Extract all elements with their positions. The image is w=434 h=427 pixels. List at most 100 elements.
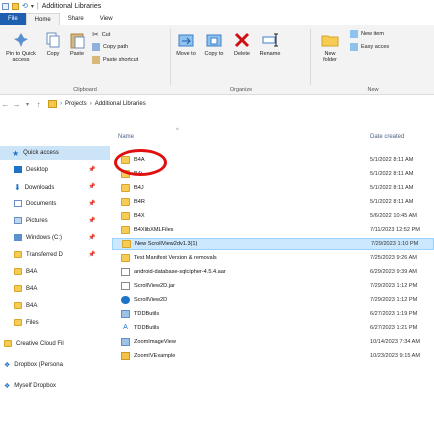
file-row[interactable]: B4XlibXMLFiles 7/11/2023 12:52 PM xyxy=(112,224,434,236)
paste-shortcut-button[interactable]: Paste shortcut xyxy=(92,56,138,64)
new-item-button[interactable]: New item xyxy=(350,30,384,38)
dropbox-icon: ❖ xyxy=(4,362,11,369)
file-name: android-database-sqlcipher-4.5.4.aar xyxy=(134,269,226,275)
paste-button[interactable]: Paste xyxy=(66,31,88,57)
nav-item-dropbox-personal[interactable]: ❖ Dropbox (Persona xyxy=(0,361,63,369)
group-separator xyxy=(170,29,171,85)
folder-icon xyxy=(121,254,130,262)
file-row[interactable]: B4X 5/6/2022 10:45 AM xyxy=(112,210,434,222)
new-folder-icon[interactable] xyxy=(12,2,19,10)
file-name: ZoomIVExample xyxy=(134,353,176,359)
nav-item-transferred-d[interactable]: Transferred D xyxy=(0,251,63,258)
nav-label: Creative Cloud Fil xyxy=(16,340,64,347)
nav-item-desktop[interactable]: Desktop xyxy=(0,166,48,173)
file-date: 6/27/2023 1:21 PM xyxy=(370,325,418,331)
file-date: 5/1/2022 8:11 AM xyxy=(370,185,414,191)
file-icon xyxy=(121,282,130,290)
easy-access-label: Easy acces xyxy=(361,44,390,50)
pin-icon[interactable]: 📌 xyxy=(88,217,95,224)
sort-ascending-caret-icon: ^ xyxy=(176,128,179,134)
document-icon xyxy=(14,200,22,207)
column-header-name[interactable]: Name xyxy=(118,134,134,140)
file-name: ZoomImageView xyxy=(134,339,176,345)
pin-icon[interactable]: 📌 xyxy=(88,234,95,241)
rename-icon xyxy=(262,33,278,47)
breadcrumb-item-projects[interactable]: Projects xyxy=(65,101,87,107)
file-row[interactable]: A TDDButils 6/27/2023 1:21 PM xyxy=(112,322,434,334)
properties-icon[interactable] xyxy=(2,2,9,10)
file-row[interactable]: B4J 5/1/2022 8:11 AM xyxy=(112,182,434,194)
file-row[interactable]: TDDButils 6/27/2023 1:19 PM xyxy=(112,308,434,320)
copy-path-button[interactable]: Copy path xyxy=(92,43,128,51)
copy-to-button[interactable]: Copy to xyxy=(202,31,226,57)
pin-to-quick-access-button[interactable]: Pin to Quick access xyxy=(4,31,38,63)
rename-button[interactable]: Rename xyxy=(258,31,282,57)
new-item-icon xyxy=(350,30,358,38)
nav-item-files[interactable]: Files xyxy=(0,319,39,326)
pin-icon[interactable]: 📌 xyxy=(88,200,95,207)
clipboard-group-label: Clipboard xyxy=(73,87,97,93)
recent-locations-chevron-icon[interactable]: ▾ xyxy=(22,101,33,108)
tab-home[interactable]: Home xyxy=(25,13,60,25)
copy-button[interactable]: Copy xyxy=(42,31,64,57)
file-date: 7/29/2023 1:12 PM xyxy=(370,297,418,303)
nav-item-creative-cloud-files[interactable]: Creative Cloud Fil xyxy=(0,340,64,347)
cut-button[interactable]: ✂ Cut xyxy=(92,30,110,39)
library-icon xyxy=(121,338,130,346)
pin-icon[interactable]: 📌 xyxy=(88,251,95,258)
column-header-date-created[interactable]: Date created xyxy=(370,134,404,140)
forward-arrow-icon[interactable]: → xyxy=(11,100,22,109)
file-name: ScrollView2D.jar xyxy=(134,283,175,289)
nav-item-b4a[interactable]: B4A xyxy=(0,302,37,309)
pin-icon[interactable]: 📌 xyxy=(88,183,95,190)
easy-access-button[interactable]: Easy acces xyxy=(350,43,389,51)
breadcrumb[interactable]: › Projects › Additional Libraries xyxy=(48,100,146,108)
breadcrumb-item-additional-libraries[interactable]: Additional Libraries xyxy=(95,101,146,107)
nav-item-b4a[interactable]: B4A xyxy=(0,268,37,275)
nav-item-pictures[interactable]: Pictures xyxy=(0,217,48,224)
nav-item-documents[interactable]: Documents xyxy=(0,200,56,207)
nav-label: Windows (C:) xyxy=(26,234,63,241)
breadcrumb-separator-icon[interactable]: › xyxy=(60,101,62,107)
tab-view[interactable]: View xyxy=(92,13,121,25)
pin-icon[interactable]: 📌 xyxy=(88,166,95,173)
new-group: New folder New item Easy acces New xyxy=(312,25,434,95)
move-to-icon xyxy=(178,34,194,47)
navigation-pane: ★ Quick access Desktop 📌 ⬇ Downloads 📌 D… xyxy=(0,140,112,427)
up-arrow-icon[interactable]: ↑ xyxy=(33,100,44,109)
nav-label: Dropbox (Persona xyxy=(14,362,63,368)
file-row[interactable]: ScrollView2D.jar 7/29/2023 1:12 PM xyxy=(112,280,434,292)
folder-icon xyxy=(321,35,339,47)
paste-icon xyxy=(70,33,85,49)
zip-folder-icon xyxy=(121,352,130,360)
nav-item-downloads[interactable]: ⬇ Downloads xyxy=(0,183,54,192)
nav-label: B4A xyxy=(26,302,38,309)
copy-icon xyxy=(46,32,60,48)
file-row[interactable]: B4R 5/1/2022 8:11 AM xyxy=(112,196,434,208)
file-row[interactable]: Test Manifest Version & removals 7/25/20… xyxy=(112,252,434,264)
cut-label: Cut xyxy=(101,31,111,38)
new-group-label: New xyxy=(367,87,379,93)
nav-label: Transferred D xyxy=(26,251,63,258)
file-row-selected[interactable]: New ScrollView2dv1.3(1) 7/29/2023 1:10 P… xyxy=(112,238,434,250)
paste-shortcut-label: Paste shortcut xyxy=(103,57,139,63)
customize-toolbar-chevron-icon[interactable]: ▾ xyxy=(31,3,34,10)
folder-icon xyxy=(122,240,131,248)
new-folder-button[interactable]: New folder xyxy=(318,31,342,63)
file-row[interactable]: ZoomImageView 10/14/2023 7:34 AM xyxy=(112,336,434,348)
file-row[interactable]: android-database-sqlcipher-4.5.4.aar 6/2… xyxy=(112,266,434,278)
nav-item-quick-access[interactable]: ★ Quick access xyxy=(0,146,110,160)
move-to-button[interactable]: Move to xyxy=(174,31,198,57)
nav-item-myself-dropbox[interactable]: ❖ Myself Dropbox xyxy=(0,382,56,390)
breadcrumb-separator-icon[interactable]: › xyxy=(90,101,92,107)
back-arrow-icon[interactable]: ← xyxy=(0,100,11,109)
delete-button[interactable]: Delete xyxy=(230,31,254,57)
file-row[interactable]: ZoomIVExample 10/23/2023 9:15 AM xyxy=(112,350,434,362)
nav-item-windows-c[interactable]: Windows (C:) xyxy=(0,234,62,241)
tab-file[interactable]: File xyxy=(0,13,26,25)
file-row[interactable]: ScrollView2D 7/29/2023 1:12 PM xyxy=(112,294,434,306)
tab-share[interactable]: Share xyxy=(60,13,92,25)
nav-item-b4a[interactable]: B4A xyxy=(0,285,37,292)
pin-icon xyxy=(14,33,28,47)
undo-icon[interactable]: ⟲ xyxy=(22,2,28,10)
